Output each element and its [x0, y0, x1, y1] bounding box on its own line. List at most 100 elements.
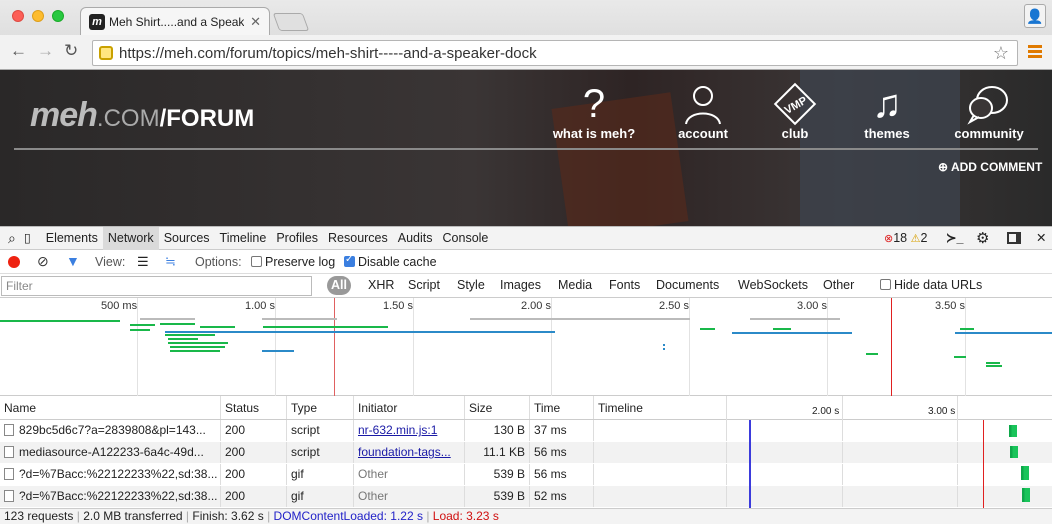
size-text: 539 B — [493, 489, 525, 503]
close-window-button[interactable] — [12, 10, 24, 22]
cell-size: 11.1 KB — [465, 442, 530, 463]
nav-themes[interactable]: ♫ themes — [858, 82, 916, 141]
cell-initiator[interactable]: nr-632.min.js:1 — [354, 420, 465, 441]
timeline-gridline — [842, 420, 843, 441]
filter-style[interactable]: Style — [457, 278, 485, 292]
tab-profiles[interactable]: Profiles — [271, 227, 323, 250]
disable-cache-checkbox[interactable]: Disable cache — [344, 254, 437, 269]
filter-other[interactable]: Other — [823, 278, 854, 292]
menu-hamburger-icon[interactable] — [1028, 45, 1042, 60]
person-icon — [668, 82, 738, 126]
cell-name: mediasource-A122233-6a4c-49d... — [0, 442, 221, 463]
timeline-gridline — [957, 420, 958, 441]
console-status[interactable]: ⊗18 ⚠2 — [884, 231, 927, 245]
site-logo[interactable]: meh.COM/FORUM — [30, 96, 254, 135]
table-row[interactable]: ?d=%7Bacc:%22122233%22,sd:38... 200 gif Oth… — [0, 464, 1052, 485]
large-rows-icon[interactable]: ☰ — [137, 254, 149, 270]
overview-bar — [200, 326, 235, 328]
cell-initiator[interactable]: foundation-tags... — [354, 442, 465, 463]
table-row[interactable]: 829bc5d6c7?a=2839808&pl=143... 200 script n… — [0, 420, 1052, 441]
add-comment-label: ADD COMMENT — [950, 160, 1043, 174]
overview-bar — [470, 318, 690, 320]
profile-icon[interactable]: 👤 — [1024, 4, 1046, 28]
overview-icon[interactable]: ≒ — [165, 254, 176, 270]
col-size[interactable]: Size — [465, 396, 530, 419]
record-icon[interactable] — [8, 256, 20, 268]
nav-account[interactable]: account — [668, 82, 738, 141]
request-count: 123 requests — [4, 509, 74, 523]
console-drawer-icon[interactable]: ≻_ — [946, 230, 963, 245]
request-waterfall-bar — [1009, 425, 1017, 437]
filter-xhr[interactable]: XHR — [368, 278, 394, 292]
close-devtools-icon[interactable]: ✕ — [1036, 230, 1046, 245]
filter-documents[interactable]: Documents — [656, 278, 719, 292]
status-text: 200 — [225, 445, 246, 459]
col-name[interactable]: Name — [0, 396, 221, 419]
col-type[interactable]: Type — [287, 396, 354, 419]
device-mode-icon[interactable]: ▯ — [22, 227, 41, 250]
cell-initiator: Other — [354, 464, 465, 485]
close-tab-icon[interactable]: ✕ — [250, 14, 261, 30]
col-initiator[interactable]: Initiator — [354, 396, 465, 419]
network-overview[interactable]: 500 ms 1.00 s 1.50 s 2.00 s 2.50 s 3.00 … — [0, 298, 1052, 396]
table-row[interactable]: mediasource-A122233-6a4c-49d... 200 script… — [0, 442, 1052, 463]
cell-status: 200 — [221, 486, 287, 507]
zoom-window-button[interactable] — [52, 10, 64, 22]
back-arrow-icon[interactable]: ← — [10, 41, 27, 61]
type-text: gif — [291, 467, 304, 481]
browser-tab[interactable]: m Meh Shirt.....and a Speaker ✕ — [80, 7, 270, 35]
request-waterfall-bar — [1022, 488, 1030, 502]
tab-network[interactable]: Network — [102, 226, 159, 250]
filter-images[interactable]: Images — [500, 278, 541, 292]
col-time[interactable]: Time — [530, 396, 594, 419]
hide-data-urls-checkbox[interactable]: Hide data URLs — [880, 278, 982, 292]
dock-side-icon[interactable] — [1007, 232, 1021, 244]
timeline-gridline — [842, 486, 843, 507]
preserve-log-label: Preserve log — [265, 255, 336, 269]
overview-tick-label: 3.00 s — [797, 300, 827, 312]
overview-bar — [262, 350, 294, 352]
overview-bar — [750, 318, 840, 320]
name-text: mediasource-A122233-6a4c-49d... — [19, 445, 204, 459]
add-comment-button[interactable]: ⊕ ADD COMMENT — [938, 160, 1042, 174]
forward-arrow-icon[interactable]: → — [37, 41, 54, 61]
reload-icon[interactable]: ↻ — [64, 41, 78, 61]
clear-icon[interactable]: ⊘ — [37, 253, 49, 270]
filter-funnel-icon[interactable]: ▼ — [66, 253, 80, 269]
tab-resources[interactable]: Resources — [323, 227, 393, 250]
nav-community[interactable]: community — [952, 82, 1026, 141]
settings-gear-icon[interactable]: ⚙ — [976, 229, 989, 247]
tab-console[interactable]: Console — [438, 227, 494, 250]
url-text: https://meh.com/forum/topics/meh-shirt--… — [119, 44, 537, 62]
name-text: ?d=%7Bacc:%22122233%22,sd:38... — [19, 489, 218, 503]
tab-elements[interactable]: Elements — [41, 227, 103, 250]
overview-bar — [130, 324, 155, 326]
cell-name: ?d=%7Bacc:%22122233%22,sd:38... — [0, 486, 221, 507]
request-waterfall-bar — [1021, 466, 1029, 480]
filter-websockets[interactable]: WebSockets — [738, 278, 808, 292]
timeline-gridline — [726, 442, 727, 463]
filter-script[interactable]: Script — [408, 278, 440, 292]
filter-input[interactable]: Filter — [1, 276, 312, 296]
bookmark-star-icon[interactable]: ☆ — [993, 43, 1009, 64]
address-bar[interactable]: https://meh.com/forum/topics/meh-shirt--… — [92, 40, 1018, 66]
new-tab-button[interactable] — [272, 13, 310, 31]
preserve-log-checkbox[interactable]: Preserve log — [251, 255, 335, 269]
site-header: meh.COM/FORUM ? what is meh? account VMP… — [0, 70, 1052, 226]
tab-sources[interactable]: Sources — [159, 227, 215, 250]
tab-audits[interactable]: Audits — [393, 227, 438, 250]
nav-what-is-meh[interactable]: ? what is meh? — [552, 82, 636, 141]
overview-bar — [165, 334, 215, 336]
filter-fonts[interactable]: Fonts — [609, 278, 640, 292]
table-row[interactable]: ?d=%7Bacc:%22122233%22,sd:38... 200 gif Oth… — [0, 486, 1052, 507]
inspect-search-icon[interactable]: ⌕ — [0, 227, 22, 250]
filter-media[interactable]: Media — [558, 278, 592, 292]
minimize-window-button[interactable] — [32, 10, 44, 22]
overview-bar — [955, 332, 1052, 334]
cell-type: gif — [287, 464, 354, 485]
nav-club[interactable]: VMP club — [770, 82, 820, 141]
col-timeline[interactable]: Timeline — [594, 396, 726, 419]
tab-timeline[interactable]: Timeline — [215, 227, 272, 250]
filter-all-button[interactable]: All — [327, 276, 351, 295]
col-status[interactable]: Status — [221, 396, 287, 419]
